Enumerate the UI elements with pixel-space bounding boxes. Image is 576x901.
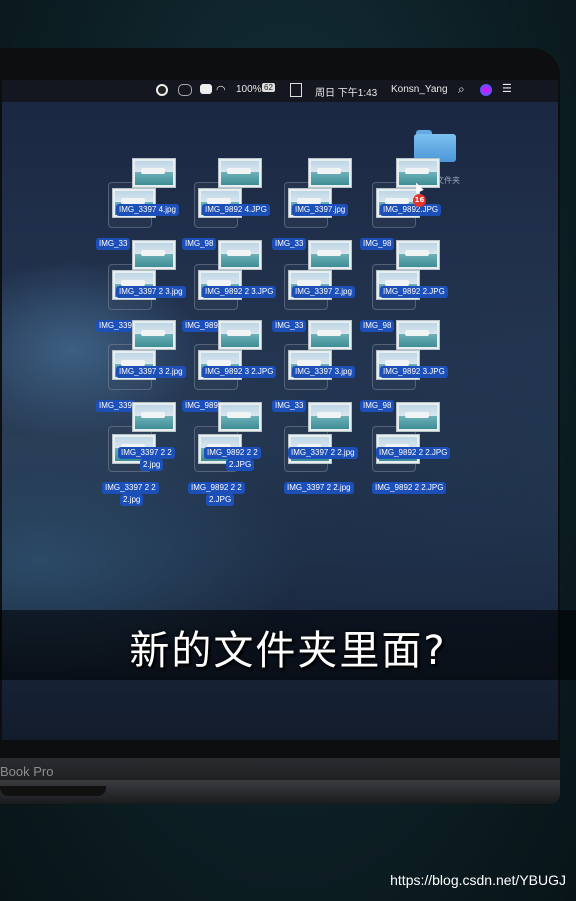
image-thumbnail (308, 320, 352, 350)
file-icon[interactable]: IMG_3397 2 2 2.jpg IMG_3397 2 2 2.jpg (102, 402, 206, 506)
file-icon[interactable]: IMG_3397 2 2.jpg IMG_3397 2 2.jpg (284, 402, 382, 494)
image-thumbnail (396, 320, 440, 350)
image-thumbnail (132, 240, 176, 270)
file-icon[interactable]: IMG_3397 2 3.jpg IMG_339 (96, 240, 206, 332)
file-name-label[interactable]: IMG_3397 3.jpg (292, 366, 355, 378)
file-name-label[interactable]: IMG_3397.jpg (292, 204, 349, 216)
search-icon[interactable]: ⌕ (458, 82, 465, 97)
file-icon[interactable]: IMG_9892 2 3.JPG IMG_989 (182, 240, 292, 332)
image-thumbnail (132, 320, 176, 350)
file-icon[interactable]: IMG_9892 2 2 2.JPG IMG_9892 2 2 2.JPG (188, 402, 292, 506)
file-name-label[interactable]: IMG_3397 2 2.jpg (288, 447, 358, 459)
drag-count-badge: 16 (413, 194, 426, 207)
image-thumbnail (132, 402, 176, 432)
file-name-label[interactable]: IMG_3397 2 3.jpg (116, 286, 186, 298)
user-name[interactable]: Konsn_Yang (391, 84, 448, 95)
image-thumbnail (218, 402, 262, 432)
file-icon[interactable]: IMG_9892 3.JPG IMG_98 (360, 320, 470, 412)
file-name-label[interactable]: IMG_3397 2 2 (118, 447, 175, 459)
image-thumbnail (396, 240, 440, 270)
file-name-label[interactable]: 2.jpg (140, 459, 164, 471)
menu-bar: ◠ 100% 62 周日 下午1:43 Konsn_Yang ⌕ ☰ (2, 80, 558, 102)
laptop-brand: Book Pro (0, 764, 54, 779)
file-name-label[interactable]: IMG_9892 4.JPG (202, 204, 270, 216)
battery-percent[interactable]: 100% (236, 84, 262, 95)
file-name-label[interactable]: IMG_9892 3 2.JPG (202, 366, 277, 378)
cc-icon[interactable] (178, 84, 192, 99)
battery-icon[interactable]: 62 (262, 83, 275, 92)
watermark: https://blog.csdn.net/YBUGJ (390, 872, 566, 888)
file-name-label[interactable]: 2.JPG (226, 459, 255, 471)
file-icon[interactable]: IMG_3397.jpg IMG_33 (272, 158, 382, 250)
file-name-label-hidden[interactable]: IMG_3397 2 2 (102, 482, 159, 494)
laptop-notch (0, 786, 106, 796)
file-icon[interactable]: IMG_9892 3 2.JPG IMG_989 (182, 320, 292, 412)
file-icon[interactable]: IMG_3397 4.jpg IMG_33 (96, 158, 206, 250)
image-thumbnail (308, 240, 352, 270)
clock[interactable]: 周日 下午1:43 (315, 84, 377, 99)
file-icon[interactable]: IMG_3397 3 2.jpg IMG_339 (96, 320, 206, 412)
record-icon[interactable] (156, 84, 168, 99)
file-name-label-hidden[interactable]: IMG_9892 2 2.JPG (372, 482, 447, 494)
file-name-label[interactable]: IMG_9892 2.JPG (380, 286, 448, 298)
file-name-label-hidden[interactable]: 2.jpg (120, 494, 144, 506)
image-thumbnail (218, 158, 262, 188)
image-thumbnail (396, 402, 440, 432)
notes-icon[interactable] (290, 83, 302, 97)
notification-center-icon[interactable]: ☰ (502, 82, 512, 95)
file-name-label[interactable]: IMG_3397 3 2.jpg (116, 366, 186, 378)
file-name-label[interactable]: IMG_3397 4.jpg (116, 204, 179, 216)
file-name-label-hidden[interactable]: IMG_3397 2 2.jpg (284, 482, 354, 494)
file-name-label[interactable]: IMG_9892.JPG (380, 204, 442, 216)
wifi-icon[interactable]: ◠ (216, 83, 226, 96)
file-name-label[interactable]: IMG_9892 2 2.JPG (376, 447, 451, 459)
file-icon[interactable]: IMG_3397 2.jpg IMG_33 (272, 240, 382, 332)
file-icon[interactable]: IMG_9892 2 2.JPG IMG_9892 2 2.JPG (372, 402, 470, 494)
file-name-label-hidden[interactable]: IMG_9892 2 2 (188, 482, 245, 494)
file-name-label[interactable]: IMG_3397 2.jpg (292, 286, 355, 298)
siri-icon[interactable] (480, 84, 492, 99)
file-icon[interactable]: IMG_3397 3.jpg IMG_33 (272, 320, 382, 412)
video-subtitle: 新的文件夹里面? (129, 628, 447, 674)
image-thumbnail (218, 320, 262, 350)
file-icon[interactable]: IMG_9892 4.JPG IMG_98 (182, 158, 292, 250)
file-name-label[interactable]: IMG_9892 2 2 (204, 447, 261, 459)
file-icon[interactable]: IMG_9892 2.JPG IMG_98 (360, 240, 470, 332)
image-thumbnail (308, 402, 352, 432)
image-thumbnail (308, 158, 352, 188)
image-thumbnail (132, 158, 176, 188)
battery-status-icon[interactable] (200, 84, 212, 97)
file-icon[interactable]: IMG_9892.JPG IMG_98 (360, 158, 470, 250)
file-name-label[interactable]: IMG_9892 2 3.JPG (202, 286, 277, 298)
image-thumbnail (218, 240, 262, 270)
file-name-label-hidden[interactable]: 2.JPG (206, 494, 235, 506)
file-name-label[interactable]: IMG_9892 3.JPG (380, 366, 448, 378)
